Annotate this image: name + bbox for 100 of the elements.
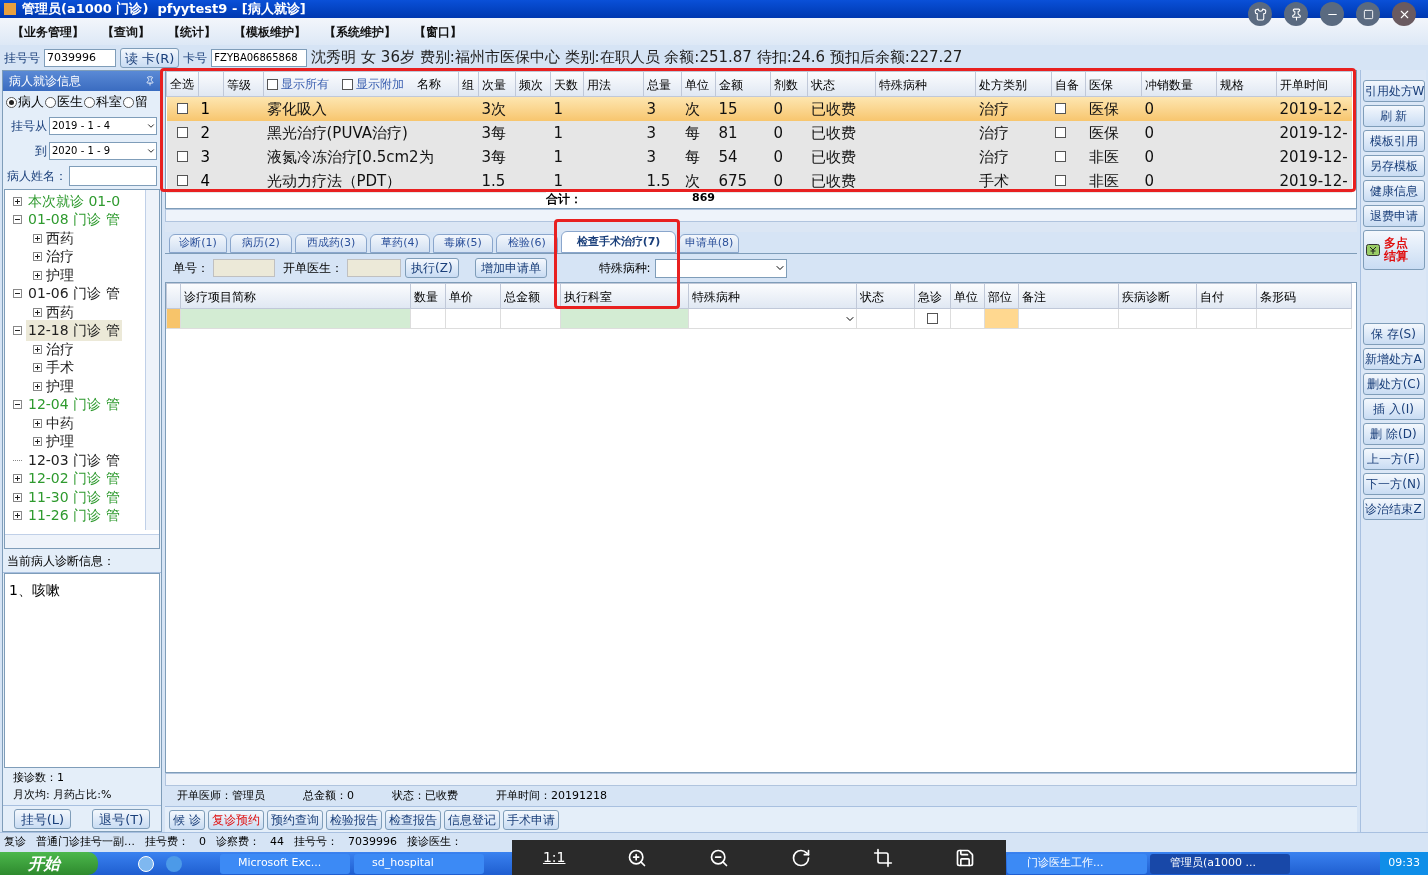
expand-icon[interactable] (13, 492, 22, 502)
collapse-icon[interactable] (13, 326, 22, 336)
radio-button[interactable] (84, 96, 95, 108)
side-button[interactable]: 插 入(I) (1362, 398, 1425, 420)
expand-icon[interactable] (33, 381, 42, 391)
checkbox[interactable] (1054, 175, 1066, 186)
expand-icon[interactable] (13, 196, 22, 206)
menu-item[interactable]: 【窗口】 (414, 22, 462, 41)
table-cell: 2019-12- (1279, 172, 1348, 190)
radio-button[interactable] (123, 96, 134, 108)
checkbox[interactable] (176, 175, 188, 186)
rotate-icon[interactable] (791, 847, 812, 868)
menu-item[interactable]: 【模板维护】 (234, 22, 306, 41)
table-cell: 已收费 (810, 172, 856, 190)
side-button[interactable]: 诊治结束Z (1362, 498, 1425, 520)
add-request-button[interactable]: 增加申请单 (474, 258, 547, 278)
tab[interactable]: 申请单(8) (679, 234, 739, 253)
date-field[interactable]: 2019 - 1 - 4 (49, 116, 157, 135)
taskbar-item[interactable]: 管理员(a1000 ... (1150, 853, 1290, 874)
read-card-button[interactable]: 读 卡(R) (120, 47, 180, 68)
menu-item[interactable]: 【系统维护】 (324, 22, 396, 41)
column-header: 单价 (449, 290, 473, 304)
expand-icon[interactable] (33, 363, 42, 373)
crop-icon[interactable] (873, 847, 894, 868)
expand-icon[interactable] (33, 270, 42, 280)
checkbox[interactable] (927, 313, 938, 324)
actual-size-button[interactable]: 1:1 (542, 847, 566, 868)
menu-item[interactable]: 【查询】 (102, 22, 150, 41)
save-icon[interactable] (955, 847, 975, 868)
expand-icon[interactable] (33, 252, 42, 262)
side-button[interactable]: 模板引用 (1362, 130, 1425, 152)
tab[interactable]: 西成药(3) (295, 234, 367, 253)
collapse-icon[interactable] (13, 289, 22, 299)
table-row[interactable]: 3 液氮冷冻治疗[0.5cm2为 3每 1 3 每 54 0 已收费 治疗 非医 0 2019-12- (166, 145, 1352, 169)
checkbox[interactable] (176, 151, 188, 162)
checkbox[interactable] (1054, 127, 1066, 138)
tab[interactable]: 检验(6) (496, 234, 558, 253)
action-button[interactable]: 手术申请 (502, 809, 559, 830)
input-field[interactable] (213, 259, 275, 277)
checkbox-label: 显示附加 (356, 76, 405, 93)
action-button[interactable]: 检验报告 (325, 809, 382, 830)
action-button[interactable]: 候 诊 (169, 809, 205, 830)
radio-button[interactable] (6, 96, 17, 108)
tab[interactable]: 毒麻(5) (433, 234, 493, 253)
zoom-in-icon[interactable] (627, 847, 648, 868)
side-button[interactable]: 上一方(F) (1362, 448, 1425, 470)
side-button[interactable]: 下一方(N) (1362, 473, 1425, 495)
table-row[interactable]: 1 雾化吸入 3次 1 3 次 15 0 已收费 治疗 医保 0 2019-12- (166, 96, 1352, 121)
expand-icon[interactable] (33, 437, 42, 447)
register-button[interactable]: 退号(T) (92, 808, 151, 829)
expand-icon[interactable] (13, 511, 22, 521)
checkbox[interactable] (342, 78, 353, 90)
date-field[interactable]: 2020 - 1 - 9 (49, 141, 157, 160)
expand-icon[interactable] (13, 474, 22, 484)
checkbox[interactable] (267, 78, 278, 90)
tab[interactable]: 诊断(1) (169, 234, 227, 253)
side-button[interactable]: 健康信息 (1362, 180, 1425, 202)
action-button[interactable]: 预约查询 (266, 809, 323, 830)
checkbox[interactable] (1054, 151, 1066, 162)
zoom-out-icon[interactable] (709, 847, 730, 868)
expand-icon[interactable] (33, 344, 42, 354)
checkbox[interactable] (176, 127, 188, 138)
settle-button[interactable]: 多点结算 (1362, 230, 1425, 270)
side-button[interactable]: 新增处方A (1362, 348, 1425, 370)
side-button[interactable]: 删 除(D) (1362, 423, 1425, 445)
side-button[interactable]: 删处方(C) (1362, 373, 1425, 395)
checkbox[interactable] (1054, 103, 1066, 114)
input-field[interactable] (69, 166, 157, 186)
menu-item[interactable]: 【业务管理】 (12, 22, 84, 41)
register-button[interactable]: 挂号(L) (13, 808, 71, 829)
side-button[interactable]: 另存模板 (1362, 155, 1425, 177)
tree-item[interactable]: 11-26 门诊 管 (26, 505, 122, 527)
action-button[interactable]: 检查报告 (384, 809, 441, 830)
tree-item[interactable]: 12-18 门诊 管 (26, 320, 122, 342)
action-button[interactable]: 信息登记 (443, 809, 500, 830)
expand-icon[interactable] (33, 307, 42, 317)
expand-icon[interactable] (33, 233, 42, 243)
input-field[interactable] (347, 259, 401, 277)
input-field[interactable]: 7039996 (44, 48, 116, 67)
tree-item[interactable]: 本次就诊 01-0 (26, 190, 123, 212)
tab[interactable]: 病历(2) (230, 234, 292, 253)
tab[interactable]: 草药(4) (370, 234, 430, 253)
action-button[interactable]: 复诊预约 (207, 809, 264, 830)
table-cell: 2019-12- (1279, 148, 1348, 166)
dropdown[interactable] (654, 258, 787, 278)
table-cell: 治疗 (978, 124, 1009, 142)
side-button[interactable]: 引用处方W (1362, 80, 1425, 102)
expand-icon[interactable] (33, 418, 42, 428)
collapse-icon[interactable] (13, 215, 22, 225)
side-button[interactable]: 退费申请 (1362, 205, 1425, 227)
tab[interactable]: 检查手术治疗(7) (561, 231, 676, 253)
execute-button[interactable]: 执行(Z) (405, 258, 459, 278)
input-field[interactable]: FZYBA06865868 (211, 48, 308, 67)
checkbox[interactable] (176, 103, 188, 114)
radio-button[interactable] (45, 96, 56, 108)
side-button[interactable]: 保 存(S) (1362, 323, 1425, 345)
menu-item[interactable]: 【统计】 (168, 22, 216, 41)
table-row[interactable]: 2 黑光治疗(PUVA治疗) 3每 1 3 每 81 0 已收费 治疗 医保 0 2019-12- (166, 121, 1352, 145)
collapse-icon[interactable] (13, 400, 22, 410)
side-button[interactable]: 刷 新 (1362, 105, 1425, 127)
